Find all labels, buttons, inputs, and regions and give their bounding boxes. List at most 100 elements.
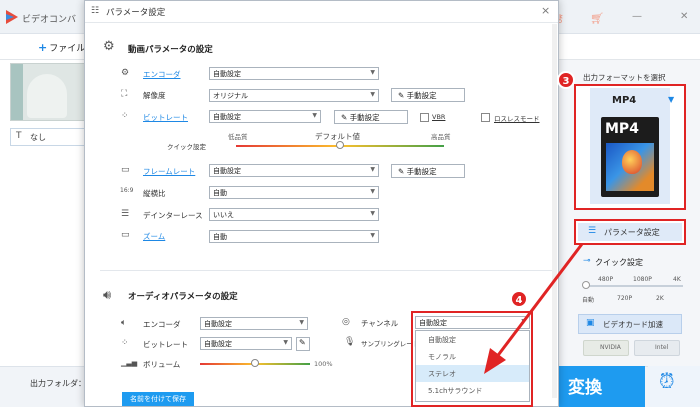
aspect-ratio-value: 自動 (213, 189, 227, 197)
cart-icon[interactable]: 🛒︎ (590, 12, 604, 25)
audio-encoder-value: 自動設定 (204, 320, 232, 328)
close-icon[interactable]: × (541, 4, 550, 17)
framerate-label[interactable]: フレームレート (143, 166, 195, 177)
quick-tick-1080p: 1080P (633, 276, 652, 283)
resolution-manual-label: 手動設定 (406, 91, 437, 100)
step-4-marker: 4 (510, 290, 528, 308)
high-quality-label: 高品質 (431, 133, 451, 141)
video-thumbnail[interactable] (10, 63, 88, 121)
add-file-button[interactable]: + ファイル (38, 41, 85, 54)
microphone-icon: 🎙︎ (344, 337, 356, 347)
quick-setting-label: クイック設定 (595, 258, 643, 267)
output-format-label: 出力フォーマットを選択 (583, 73, 666, 82)
chevron-down-icon: ▼ (370, 210, 375, 217)
resolution-icon: ⛶ (121, 89, 128, 99)
vbr-checkbox[interactable] (420, 113, 429, 122)
video-bitrate-value: 自動設定 (213, 113, 241, 121)
text-icon: T (16, 131, 22, 141)
mp4-icon-text: MP4 (605, 121, 639, 137)
add-file-label: ファイル (49, 44, 86, 54)
audio-encoder-select[interactable]: 自動設定 ▼ (200, 317, 308, 330)
app-title: ビデオコンバ (22, 15, 77, 25)
pencil-icon: ✎ (398, 167, 407, 176)
chevron-down-icon: ▼ (370, 69, 375, 76)
quick-tick-4k: 4K (673, 276, 681, 283)
deinterlace-icon: ☰ (121, 209, 130, 219)
deinterlace-label: デインターレース (143, 211, 203, 220)
quick-tick-480p: 480P (598, 276, 614, 283)
quality-slider-thumb[interactable] (336, 141, 344, 149)
channel-icon: ◎ (342, 317, 350, 327)
thumbnail-figure (27, 74, 67, 118)
resolution-manual-button[interactable]: ✎ 手動設定 (391, 88, 465, 102)
chevron-down-icon: ▼ (370, 91, 375, 98)
zoom-label[interactable]: ズーム (143, 231, 165, 242)
volume-label: ボリューム (143, 360, 181, 369)
save-as-button[interactable]: 名前を付けて保存 (122, 392, 194, 406)
pencil-icon: ✎ (299, 338, 306, 347)
zoom-select[interactable]: 自動 ▼ (209, 230, 379, 243)
audio-section-title: オーディオパラメータの設定 (128, 292, 238, 302)
chevron-down-icon: ▼ (370, 232, 375, 239)
low-quality-label: 低品質 (228, 133, 248, 141)
audio-encoder-icon: 🔈︎ (121, 318, 127, 328)
plus-icon: + (38, 41, 48, 54)
video-bitrate-select[interactable]: 自動設定 ▼ (209, 110, 321, 123)
video-bitrate-label[interactable]: ビットレート (143, 112, 188, 123)
video-encoder-select[interactable]: 自動設定 ▼ (209, 67, 379, 80)
audio-bitrate-label: ビットレート (143, 340, 188, 349)
format-name: MP4 (612, 95, 637, 106)
bitrate-manual-button[interactable]: ✎ 手動設定 (334, 110, 408, 124)
nvidia-label: NVIDIA (600, 344, 621, 351)
settings-icon: ☷ (91, 6, 100, 16)
vbr-label: VBR (432, 113, 446, 121)
thumbnail-tint (11, 64, 23, 120)
sliders-icon: ☰ (588, 226, 597, 236)
quick-tick-720p: 720P (617, 295, 633, 302)
framerate-manual-button[interactable]: ✎ 手動設定 (391, 164, 465, 178)
window-close-icon[interactable]: ✕ (680, 11, 688, 22)
quick-setting-slider[interactable] (583, 285, 683, 287)
resolution-select[interactable]: オリジナル ▼ (209, 89, 379, 102)
bitrate-manual-label: 手動設定 (349, 113, 380, 122)
caret-down-icon[interactable]: ▼ (668, 95, 674, 104)
intel-label: Intel (655, 344, 669, 351)
volume-icon: ▁▃▅ (121, 359, 138, 367)
deinterlace-select[interactable]: いいえ ▼ (209, 208, 379, 221)
gpu-accel-label: ビデオカード加速 (603, 320, 663, 329)
quick-tick-2k: 2K (656, 295, 664, 302)
red-arrow-icon (484, 243, 584, 374)
framerate-select[interactable]: 自動設定 ▼ (209, 164, 379, 177)
volume-value: 100% (314, 360, 333, 368)
channel-label: チャンネル (361, 319, 399, 328)
dialog-title: パラメータ設定 (106, 8, 166, 18)
aspect-ratio-select[interactable]: 自動 ▼ (209, 186, 379, 199)
audio-encoder-label: エンコーダ (143, 320, 181, 329)
framerate-manual-label: 手動設定 (406, 167, 437, 176)
quick-setting-row-label: クイック設定 (167, 143, 206, 151)
audio-bitrate-select[interactable]: 自動設定 ▼ (200, 337, 292, 350)
video-encoder-label[interactable]: エンコーダ (143, 69, 181, 80)
zoom-value: 自動 (213, 233, 227, 241)
audio-bitrate-edit-button[interactable]: ✎ (296, 337, 310, 351)
resolution-label: 解像度 (143, 91, 166, 100)
pencil-icon: ✎ (341, 113, 350, 122)
video-encoder-value: 自動設定 (213, 70, 241, 78)
pencil-icon: ✎ (398, 91, 407, 100)
aspect-ratio-label: 縦横比 (143, 189, 166, 198)
video-section-title: 動画パラメータの設定 (128, 45, 213, 55)
subtitle-value: なし (30, 133, 46, 142)
app-logo-icon (6, 10, 18, 24)
lossless-checkbox[interactable] (481, 113, 490, 122)
volume-slider-thumb[interactable] (251, 359, 259, 367)
minimize-icon[interactable]: — (632, 11, 642, 22)
chevron-down-icon: ▼ (370, 188, 375, 195)
deinterlace-value: いいえ (213, 211, 234, 219)
aspect-ratio-icon: 16:9 (120, 187, 134, 194)
chevron-down-icon: ▼ (312, 112, 317, 119)
encoder-icon: ⚙ (121, 68, 130, 78)
zoom-icon: ▭ (121, 230, 130, 240)
audio-settings-icon: 🔊︎ (103, 288, 112, 303)
resolution-value: オリジナル (213, 92, 248, 100)
parameter-settings-label: パラメータ設定 (604, 228, 660, 237)
